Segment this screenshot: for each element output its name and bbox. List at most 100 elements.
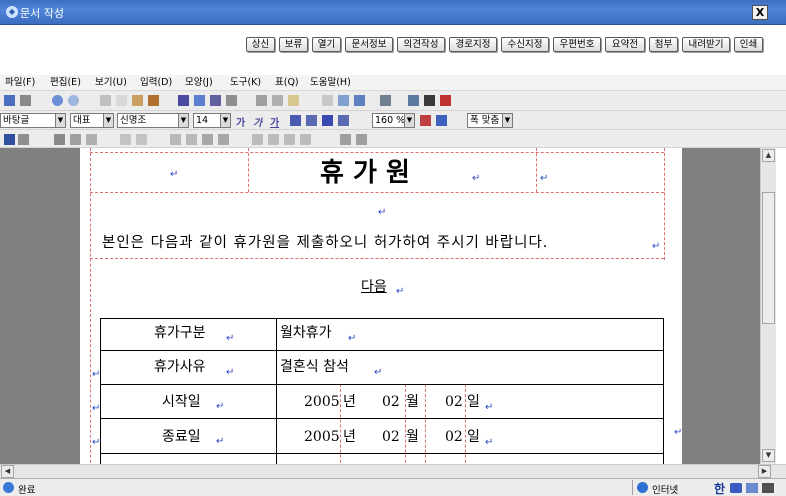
font-kind-select[interactable]: 대표 ▼ bbox=[70, 113, 114, 128]
zipcode-button[interactable]: 우편번호 bbox=[553, 37, 601, 52]
vertical-scrollbar[interactable]: ▲ ▼ bbox=[760, 148, 776, 464]
number-icon[interactable] bbox=[440, 95, 451, 106]
copy-icon[interactable] bbox=[116, 95, 127, 106]
table-calc-icon[interactable] bbox=[356, 134, 367, 145]
view-icon[interactable] bbox=[408, 95, 419, 106]
cell-split-icon[interactable] bbox=[54, 134, 65, 145]
paragraph-icon[interactable] bbox=[194, 95, 205, 106]
paragraph-mark: ↵ bbox=[374, 367, 383, 378]
scroll-thumb[interactable] bbox=[762, 192, 775, 324]
cell-width-icon[interactable] bbox=[218, 134, 229, 145]
align-left-icon[interactable] bbox=[306, 115, 317, 126]
textbox-icon[interactable] bbox=[288, 95, 299, 106]
start-year[interactable]: 2005 bbox=[304, 393, 340, 411]
close-button[interactable]: X bbox=[752, 5, 768, 20]
undo-icon[interactable] bbox=[52, 95, 63, 106]
grid-icon[interactable] bbox=[424, 95, 435, 106]
start-month[interactable]: 02 bbox=[382, 393, 400, 411]
cell-fill-icon[interactable] bbox=[300, 134, 311, 145]
image-icon[interactable] bbox=[256, 95, 267, 106]
open-button[interactable]: 열기 bbox=[312, 37, 341, 52]
zoom-out-icon[interactable] bbox=[420, 115, 431, 126]
title-bar: ◆ 문서 작성 X bbox=[0, 0, 786, 25]
print-icon[interactable] bbox=[20, 95, 31, 106]
hold-button[interactable]: 보류 bbox=[279, 37, 308, 52]
menu-help[interactable]: 도움말(H) bbox=[310, 77, 351, 89]
hanja-icon[interactable] bbox=[322, 95, 333, 106]
menu-tools[interactable]: 도구(K) bbox=[230, 77, 261, 89]
underline-button[interactable]: 가 bbox=[270, 114, 279, 129]
col-delete-icon[interactable] bbox=[186, 134, 197, 145]
cell-height-icon[interactable] bbox=[202, 134, 213, 145]
align-justify-icon[interactable] bbox=[290, 115, 301, 126]
intro-sentence: 본인은 다음과 같이 휴가원을 제출하오니 허가하여 주시기 바랍니다. bbox=[102, 235, 549, 251]
download-button[interactable]: 내려받기 bbox=[682, 37, 730, 52]
section-heading: 다음 bbox=[361, 279, 387, 295]
style-icon[interactable] bbox=[178, 95, 189, 106]
menu-file[interactable]: 파일(F) bbox=[5, 77, 35, 89]
doc-info-button[interactable]: 문서정보 bbox=[345, 37, 393, 52]
scroll-right-icon[interactable]: ▶ bbox=[758, 465, 771, 478]
recipient-button[interactable]: 수신지정 bbox=[501, 37, 549, 52]
pencil-icon[interactable] bbox=[4, 134, 15, 145]
menu-edit[interactable]: 편집(E) bbox=[50, 77, 81, 89]
document-page[interactable]: 휴 가 원 ↵ ↵ ↵ ↵ 본인은 다음과 같이 휴가원을 제출하오니 허가하여… bbox=[80, 148, 682, 464]
row-insert-icon[interactable] bbox=[120, 134, 131, 145]
font-select[interactable]: 신명조 ▼ bbox=[117, 113, 189, 128]
preview-icon[interactable] bbox=[354, 95, 365, 106]
ime-tool-icon[interactable] bbox=[746, 483, 758, 493]
style-select[interactable]: 바탕글 ▼ bbox=[0, 113, 66, 128]
format-painter-icon[interactable] bbox=[148, 95, 159, 106]
valign-top-icon[interactable] bbox=[252, 134, 263, 145]
fit-select[interactable]: 폭 맞춤 ▼ bbox=[467, 113, 513, 128]
draw-icon[interactable] bbox=[272, 95, 283, 106]
paste-icon[interactable] bbox=[132, 95, 143, 106]
scroll-down-icon[interactable]: ▼ bbox=[762, 449, 775, 462]
align-center-icon[interactable] bbox=[322, 115, 333, 126]
end-year[interactable]: 2005 bbox=[304, 428, 340, 446]
ime-indicator[interactable]: 한 bbox=[714, 480, 725, 496]
table-insert-icon[interactable] bbox=[226, 95, 237, 106]
redo-icon[interactable] bbox=[68, 95, 79, 106]
end-day[interactable]: 02 bbox=[445, 428, 463, 446]
scroll-left-icon[interactable]: ◀ bbox=[1, 465, 14, 478]
print-button[interactable]: 인쇄 bbox=[734, 37, 763, 52]
submit-button[interactable]: 상신 bbox=[246, 37, 275, 52]
menu-insert[interactable]: 입력(D) bbox=[140, 77, 172, 89]
ime-settings-icon[interactable] bbox=[762, 483, 774, 493]
bold-button[interactable]: 가 bbox=[236, 114, 245, 129]
zoom-select[interactable]: 160 % ▼ bbox=[372, 113, 415, 128]
font-size-select[interactable]: 14 ▼ bbox=[193, 113, 231, 128]
eraser-icon[interactable] bbox=[18, 134, 29, 145]
start-day[interactable]: 02 bbox=[445, 393, 463, 411]
summary-button[interactable]: 요약전 bbox=[605, 37, 645, 52]
cut-icon[interactable] bbox=[100, 95, 111, 106]
italic-button[interactable]: 가 bbox=[253, 114, 262, 129]
col-insert-icon[interactable] bbox=[136, 134, 147, 145]
save-icon[interactable] bbox=[4, 95, 15, 106]
zoom-in-icon[interactable] bbox=[436, 115, 447, 126]
ime-mode-icon[interactable] bbox=[730, 483, 742, 493]
char-shape-icon[interactable] bbox=[210, 95, 221, 106]
route-button[interactable]: 경로지정 bbox=[449, 37, 497, 52]
align-right-icon[interactable] bbox=[338, 115, 349, 126]
row-value[interactable]: 월차휴가 bbox=[280, 324, 332, 342]
valign-bottom-icon[interactable] bbox=[284, 134, 295, 145]
attach-button[interactable]: 첨부 bbox=[649, 37, 678, 52]
cell-merge-icon[interactable] bbox=[70, 134, 81, 145]
page-setup-icon[interactable] bbox=[380, 95, 391, 106]
row-delete-icon[interactable] bbox=[170, 134, 181, 145]
menu-table[interactable]: 표(Q) bbox=[275, 77, 299, 89]
menu-view[interactable]: 보기(U) bbox=[95, 77, 127, 89]
valign-middle-icon[interactable] bbox=[268, 134, 279, 145]
spell-icon[interactable] bbox=[338, 95, 349, 106]
action-toolbar: 상신 보류 열기 문서정보 의견작성 경로지정 수신지정 우편번호 요약전 첨부… bbox=[0, 25, 786, 80]
scroll-up-icon[interactable]: ▲ bbox=[762, 149, 775, 162]
table-props-icon[interactable] bbox=[340, 134, 351, 145]
cell-border-icon[interactable] bbox=[86, 134, 97, 145]
write-opinion-button[interactable]: 의견작성 bbox=[397, 37, 445, 52]
horizontal-scrollbar[interactable]: ◀ ▶ bbox=[0, 464, 786, 478]
menu-format[interactable]: 모양(J) bbox=[185, 77, 213, 89]
end-month[interactable]: 02 bbox=[382, 428, 400, 446]
row-value[interactable]: 결혼식 참석 bbox=[280, 358, 349, 376]
